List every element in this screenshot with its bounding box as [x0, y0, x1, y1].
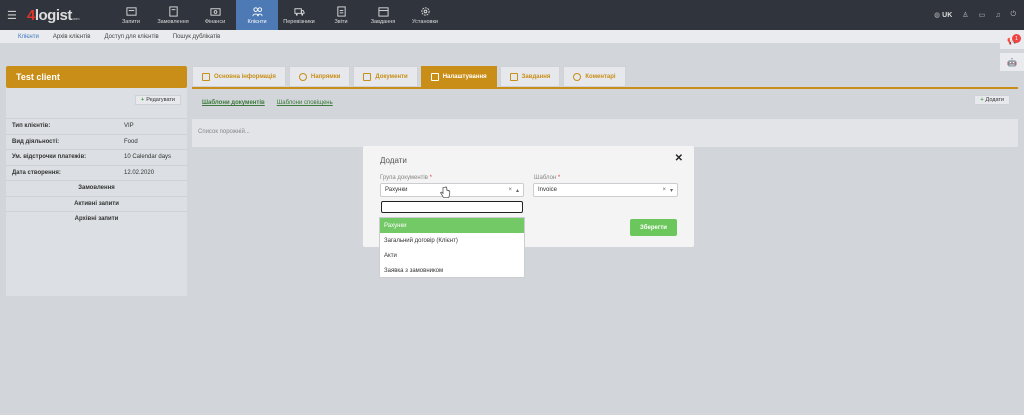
clear-icon[interactable]: ×	[662, 187, 666, 194]
sub-navigation: Клієнти Архів клієнтів Доступ для клієнт…	[0, 30, 1024, 43]
info-row: Ум. відстрочки платежів: 10 Calendar days	[6, 149, 187, 165]
globe-icon[interactable]: ◍ UK	[934, 11, 952, 19]
dropdown-option[interactable]: Загальний договір (Клієнт)	[380, 233, 524, 248]
subnav-find-duplicates[interactable]: Пошук дублікатів	[173, 34, 221, 40]
bell-icon[interactable]: ♫	[995, 12, 1000, 19]
requests-icon	[125, 6, 137, 16]
dropdown-search-input[interactable]	[381, 201, 523, 213]
subnav-clients-archive[interactable]: Архів клієнтів	[53, 34, 91, 40]
active-requests-link[interactable]: Активні запити	[6, 195, 187, 212]
close-icon[interactable]: ✕	[675, 153, 683, 164]
document-group-dropdown: Рахунки Загальний договір (Клієнт) Акти …	[379, 217, 525, 278]
subnav-client-access[interactable]: Доступ для клієнтів	[104, 34, 158, 40]
clear-icon[interactable]: ×	[508, 187, 512, 194]
plus-icon: +	[141, 97, 145, 103]
client-info-panel: Test client + Редагувати Тип клієнтів: VIP…	[6, 66, 187, 296]
comments-icon	[573, 72, 582, 81]
top-right-tools: ◍ UK ♙ ▭ ♫ ⏻	[934, 0, 1016, 30]
dropdown-option[interactable]: Рахунки	[380, 218, 524, 233]
tab-tasks[interactable]: Завдання	[499, 66, 561, 87]
nav-orders[interactable]: Замовлення	[152, 0, 194, 30]
tab-comments[interactable]: Коментарі	[563, 66, 626, 87]
dropdown-option[interactable]: Заявка з замовником	[380, 263, 524, 278]
info-row: Тип клієнтів: VIP	[6, 118, 187, 134]
directions-icon	[298, 72, 307, 81]
tab-settings[interactable]: Налаштування	[420, 66, 497, 87]
settings-tab-icon	[430, 72, 439, 81]
chevron-down-icon[interactable]: ▾	[670, 187, 673, 194]
subtab-document-templates[interactable]: Шаблони документів	[202, 100, 265, 106]
document-icon[interactable]: ▭	[979, 11, 986, 19]
nav-carriers[interactable]: Перевізники	[278, 0, 320, 30]
edit-button[interactable]: + Редагувати	[135, 95, 181, 105]
nav-requests[interactable]: Запити	[110, 0, 152, 30]
subnav-clients[interactable]: Клієнти	[18, 34, 39, 40]
tab-underline	[192, 87, 1018, 89]
nav-settings[interactable]: Установки	[404, 0, 446, 30]
info-row: Вид діяльності: Food	[6, 133, 187, 150]
finance-icon	[209, 7, 221, 16]
nav-clients[interactable]: Клієнти	[236, 0, 278, 30]
clients-icon	[251, 6, 263, 16]
add-button[interactable]: + Додати	[974, 95, 1010, 105]
client-tabs: Основна інформація Напрямки Документи На…	[192, 66, 626, 87]
user-icon[interactable]: ♙	[962, 11, 968, 19]
reports-icon	[336, 5, 346, 17]
main-nav: Запити Замовлення Фінанси Клієнти Переві…	[110, 0, 446, 30]
subtab-notification-templates[interactable]: Шаблони сповіщень	[277, 100, 333, 106]
tab-directions[interactable]: Напрямки	[288, 66, 351, 87]
group-label: Група документів *	[380, 175, 432, 181]
save-button[interactable]: Зберегти	[630, 219, 677, 236]
template-select[interactable]: Invoice × ▾	[533, 183, 678, 197]
info-icon	[202, 72, 210, 81]
megaphone-icon[interactable]: 📢1	[1000, 31, 1024, 49]
nav-finance[interactable]: Фінанси	[194, 0, 236, 30]
top-navigation-bar: ☰ 4logist.com Запити Замовлення Фінанси …	[0, 0, 1024, 30]
client-name: Test client	[6, 66, 187, 88]
dropdown-option[interactable]: Акти	[380, 248, 524, 263]
nav-reports[interactable]: Звіти	[320, 0, 362, 30]
orders-icon	[168, 5, 178, 17]
notification-badge: 1	[1012, 34, 1021, 43]
hand-cursor-icon	[440, 186, 451, 198]
plus-icon: +	[980, 97, 984, 103]
tab-main-info[interactable]: Основна інформація	[192, 66, 286, 87]
info-row: Дата створення: 12.02.2020	[6, 164, 187, 181]
side-quick-icons: 📢1 🤖	[1000, 31, 1024, 75]
archived-requests-link[interactable]: Архівні запити	[6, 211, 187, 227]
template-label: Шаблон *	[534, 175, 561, 181]
empty-list-text: Список порожній...	[198, 129, 250, 135]
app-logo[interactable]: 4logist.com	[27, 7, 80, 24]
settings-icon	[420, 6, 430, 16]
chevron-up-icon[interactable]: ▴	[516, 187, 519, 194]
menu-icon[interactable]: ☰	[7, 9, 19, 22]
modal-title: Додати	[380, 156, 407, 165]
tab-documents[interactable]: Документи	[353, 66, 418, 87]
nav-tasks[interactable]: Завдання	[362, 0, 404, 30]
orders-link[interactable]: Замовлення	[6, 180, 187, 196]
tasks-tab-icon	[509, 72, 518, 81]
carriers-icon	[293, 7, 305, 16]
document-group-select[interactable]: Рахунки × ▴	[380, 183, 524, 197]
tasks-icon	[377, 6, 389, 17]
settings-subtabs: Шаблони документів Шаблони сповіщень	[202, 100, 333, 106]
templates-list: Список порожній...	[192, 119, 1018, 147]
power-icon[interactable]: ⏻	[1010, 11, 1016, 19]
bot-icon[interactable]: 🤖	[1000, 53, 1024, 71]
documents-icon	[363, 72, 372, 81]
client-info-rows: Тип клієнтів: VIP Вид діяльності: Food Ум.…	[6, 118, 187, 227]
